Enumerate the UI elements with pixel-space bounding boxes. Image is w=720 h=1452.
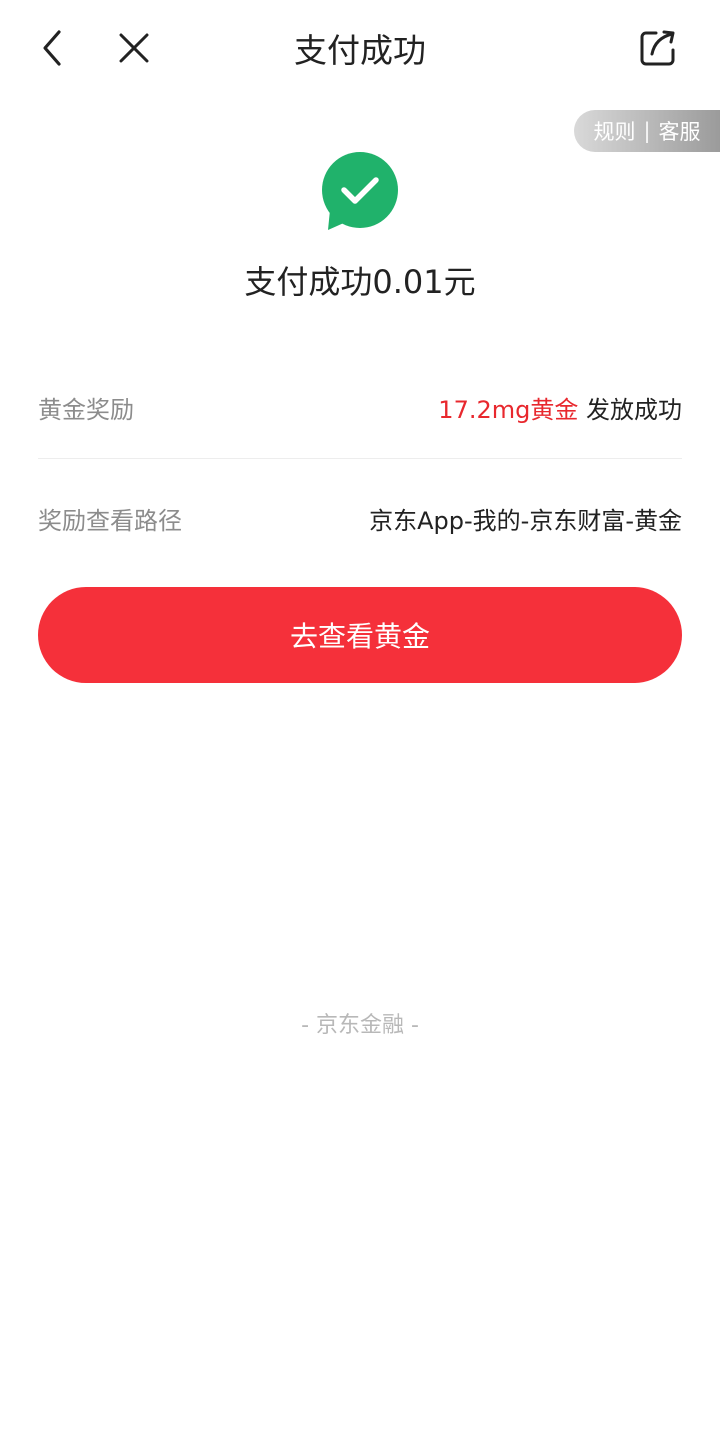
page-title: 支付成功 bbox=[294, 31, 426, 70]
gold-reward-row: 黄金奖励 17.2mg黄金 发放成功 bbox=[38, 382, 682, 432]
reward-path-value: 京东App-我的-京东财富-黄金 bbox=[369, 506, 682, 535]
reward-path-label: 奖励查看路径 bbox=[38, 506, 182, 535]
pill-separator: | bbox=[643, 119, 651, 143]
check-chat-bubble-icon bbox=[322, 152, 398, 230]
rules-service-pill: 规则 | 客服 bbox=[574, 110, 720, 152]
gold-amount: 17.2mg黄金 bbox=[438, 395, 579, 424]
brand-footer: - 京东金融 - bbox=[301, 1013, 419, 1038]
reward-path-row: 奖励查看路径 京东App-我的-京东财富-黄金 bbox=[38, 493, 682, 543]
rules-link[interactable]: 规则 bbox=[593, 116, 635, 146]
gold-status: 发放成功 bbox=[578, 395, 682, 424]
customer-service-link[interactable]: 客服 bbox=[659, 116, 701, 146]
gold-reward-value: 17.2mg黄金 发放成功 bbox=[438, 390, 682, 425]
nav-bar: 支付成功 bbox=[0, 0, 720, 100]
payment-success-page: 支付成功 规则 | 客服 支付成功0.01元 黄金奖励 17.2mg黄金 发放成… bbox=[0, 0, 720, 1452]
view-gold-button[interactable]: 去查看黄金 bbox=[38, 587, 682, 683]
payment-success-message: 支付成功0.01元 bbox=[244, 263, 476, 301]
share-button[interactable] bbox=[634, 24, 682, 72]
gold-reward-label: 黄金奖励 bbox=[38, 395, 134, 424]
row-divider bbox=[38, 458, 682, 459]
share-icon bbox=[640, 30, 675, 66]
